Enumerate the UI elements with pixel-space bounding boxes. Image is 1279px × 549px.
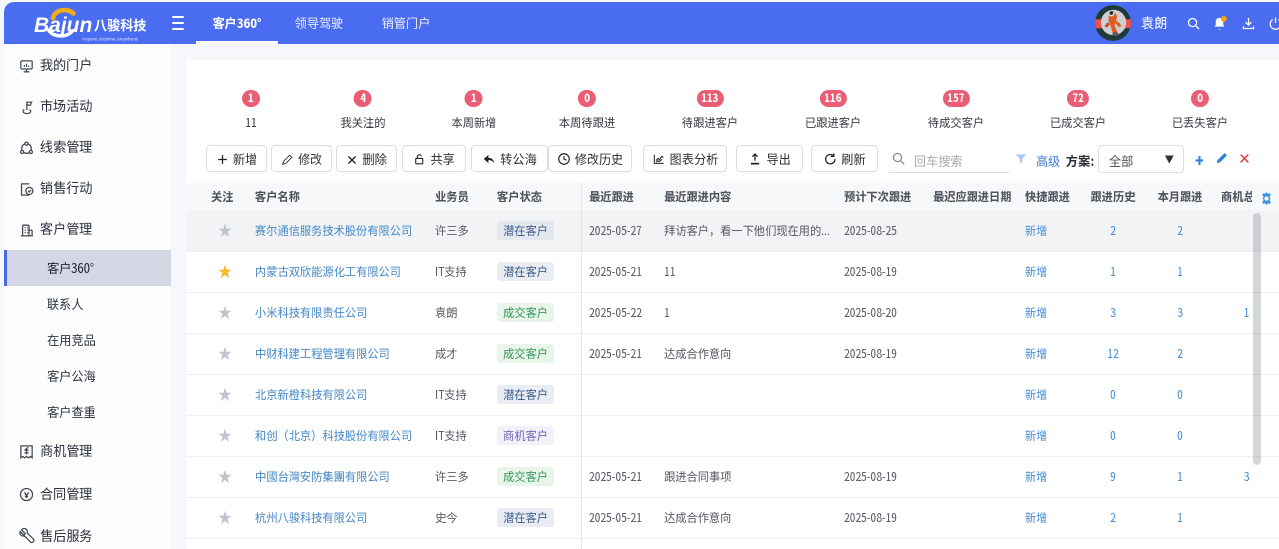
svg-text:Bajun: Bajun (34, 14, 92, 37)
svg-text:八骏科技: 八骏科技 (94, 16, 147, 36)
svg-text:Anyone,Anytime,Anywhere!: Anyone,Anytime,Anywhere! (82, 37, 138, 42)
